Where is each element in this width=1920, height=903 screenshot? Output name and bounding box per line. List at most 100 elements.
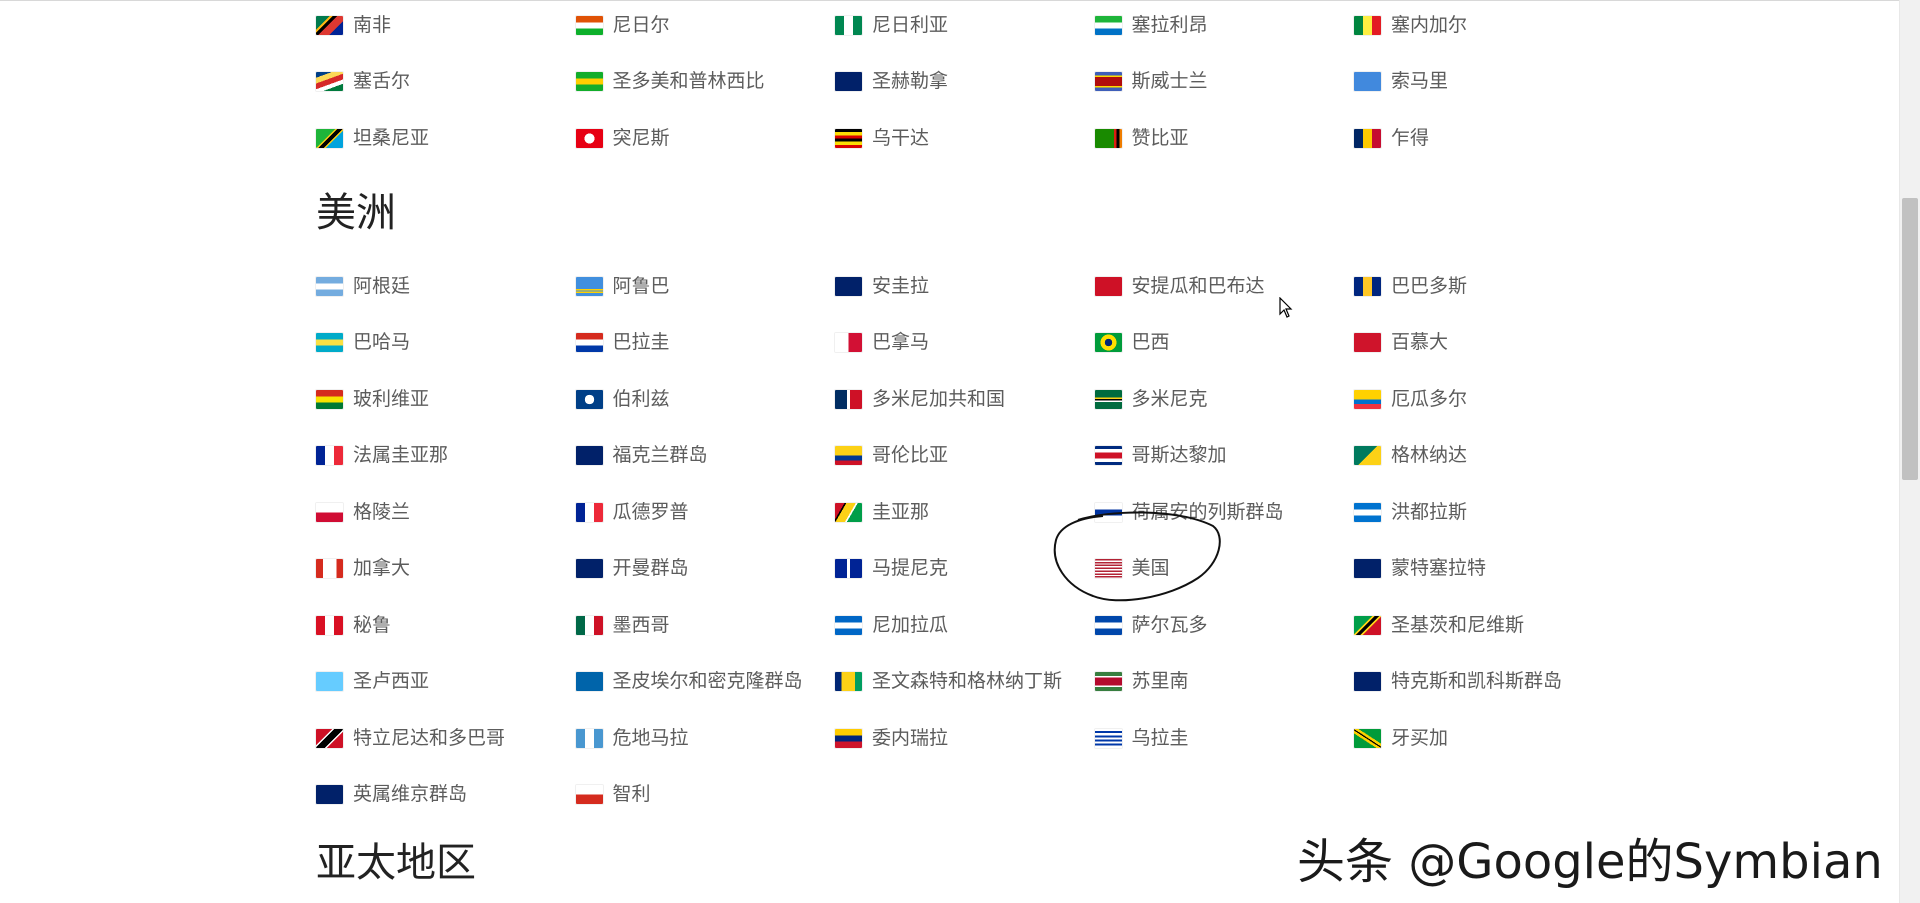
country-item[interactable]: 特克斯和凯科斯群岛 <box>1354 654 1614 711</box>
country-name: 厄瓜多尔 <box>1391 387 1468 410</box>
watermark-text: 头条 @Google的Symbian <box>1297 834 1883 890</box>
country-item[interactable]: 瓜德罗普 <box>575 484 836 541</box>
flag-icon <box>316 615 343 635</box>
flag-icon <box>1354 15 1381 35</box>
country-name: 圣卢西亚 <box>353 670 430 693</box>
country-item[interactable]: 伯利兹 <box>575 371 836 428</box>
country-name: 圣皮埃尔和密克隆群岛 <box>612 670 803 693</box>
country-item[interactable]: 蒙特塞拉特 <box>1354 541 1614 598</box>
country-item[interactable]: 塞内加尔 <box>1354 0 1614 54</box>
country-name: 巴哈马 <box>353 331 411 354</box>
country-name: 瓜德罗普 <box>612 500 689 523</box>
country-item[interactable]: 索马里 <box>1354 54 1614 111</box>
country-item[interactable]: 多米尼加共和国 <box>835 371 1095 428</box>
flag-icon <box>575 72 603 92</box>
country-name: 坦桑尼亚 <box>353 126 430 149</box>
country-name: 多米尼加共和国 <box>872 387 1006 410</box>
country-item[interactable]: 塞舌尔 <box>316 54 576 111</box>
flag-icon <box>575 333 603 353</box>
flag-icon <box>316 333 343 353</box>
country-item[interactable]: 突尼斯 <box>575 110 836 167</box>
country-item[interactable]: 百慕大 <box>1354 315 1614 372</box>
flag-icon <box>575 15 603 35</box>
country-name: 乌拉圭 <box>1131 726 1189 749</box>
country-item[interactable]: 尼日利亚 <box>835 0 1095 54</box>
country-item[interactable]: 委内瑞拉 <box>835 710 1095 767</box>
scrollbar-thumb[interactable] <box>1902 198 1918 480</box>
country-item[interactable]: 斯威士兰 <box>1094 54 1355 111</box>
country-item[interactable]: 坦桑尼亚 <box>316 110 576 167</box>
country-item[interactable]: 法属圭亚那 <box>316 428 576 485</box>
country-item[interactable]: 圣多美和普林西比 <box>575 54 836 111</box>
country-item[interactable]: 阿鲁巴 <box>575 258 836 315</box>
country-item[interactable]: 乍得 <box>1354 110 1614 167</box>
country-item[interactable]: 开曼群岛 <box>575 541 836 598</box>
country-item[interactable]: 乌干达 <box>835 110 1095 167</box>
country-item[interactable]: 巴哈马 <box>316 315 576 372</box>
country-item[interactable]: 巴拉圭 <box>575 315 836 372</box>
flag-icon <box>1094 728 1122 748</box>
flag-icon <box>835 333 862 353</box>
country-item[interactable]: 特立尼达和多巴哥 <box>316 710 576 767</box>
country-name: 圣文森特和格林纳丁斯 <box>872 670 1063 693</box>
country-item[interactable]: 塞拉利昂 <box>1094 0 1355 54</box>
country-name: 英属维京群岛 <box>353 783 468 806</box>
country-item[interactable]: 巴巴多斯 <box>1354 258 1614 315</box>
flag-icon <box>316 446 343 466</box>
country-item[interactable]: 赞比亚 <box>1094 110 1355 167</box>
country-item[interactable]: 墨西哥 <box>575 597 836 654</box>
country-item[interactable]: 圣文森特和格林纳丁斯 <box>835 654 1095 711</box>
country-name: 圣赫勒拿 <box>872 70 949 93</box>
flag-icon <box>575 785 603 805</box>
flag-icon <box>835 672 862 692</box>
country-item[interactable]: 南非 <box>316 0 576 54</box>
country-item[interactable]: 圣基茨和尼维斯 <box>1354 597 1614 654</box>
country-item[interactable]: 圣皮埃尔和密克隆群岛 <box>575 654 836 711</box>
country-name: 乌干达 <box>872 126 930 149</box>
country-item[interactable]: 福克兰群岛 <box>575 428 836 485</box>
country-item[interactable]: 格林纳达 <box>1354 428 1614 485</box>
flag-icon <box>1354 615 1381 635</box>
country-name: 多米尼克 <box>1131 387 1208 410</box>
country-item[interactable]: 安提瓜和巴布达 <box>1094 258 1355 315</box>
country-item[interactable]: 尼日尔 <box>575 0 836 54</box>
vertical-scrollbar[interactable] <box>1899 0 1920 903</box>
flag-icon <box>835 502 862 522</box>
flag-icon <box>316 728 343 748</box>
flag-icon <box>1354 333 1381 353</box>
country-name: 墨西哥 <box>612 613 670 636</box>
flag-icon <box>1354 672 1381 692</box>
country-item[interactable]: 巴西 <box>1094 315 1355 372</box>
country-item[interactable]: 阿根廷 <box>316 258 576 315</box>
flag-icon <box>1094 276 1122 296</box>
flag-icon <box>316 785 343 805</box>
country-name: 南非 <box>353 13 392 36</box>
country-name: 苏里南 <box>1131 670 1189 693</box>
country-item[interactable]: 乌拉圭 <box>1094 710 1355 767</box>
country-item[interactable]: 秘鲁 <box>316 597 576 654</box>
country-item[interactable]: 圣赫勒拿 <box>835 54 1095 111</box>
country-item[interactable]: 格陵兰 <box>316 484 576 541</box>
country-item[interactable]: 洪都拉斯 <box>1354 484 1614 541</box>
country-item[interactable]: 苏里南 <box>1094 654 1355 711</box>
country-item[interactable]: 安圭拉 <box>835 258 1095 315</box>
flag-icon <box>835 276 862 296</box>
country-item[interactable]: 危地马拉 <box>575 710 836 767</box>
country-item[interactable]: 牙买加 <box>1354 710 1614 767</box>
country-item[interactable]: 哥伦比亚 <box>835 428 1095 485</box>
country-item[interactable]: 巴拿马 <box>835 315 1095 372</box>
flag-icon <box>575 615 603 635</box>
country-name: 开曼群岛 <box>612 557 689 580</box>
flag-icon <box>835 15 862 35</box>
country-item[interactable]: 加拿大 <box>316 541 576 598</box>
country-name: 特克斯和凯科斯群岛 <box>1391 670 1563 693</box>
country-name: 乍得 <box>1391 126 1430 149</box>
flag-icon <box>1094 615 1122 635</box>
country-item[interactable]: 厄瓜多尔 <box>1354 371 1614 428</box>
country-item[interactable]: 多米尼克 <box>1094 371 1355 428</box>
country-item[interactable]: 哥斯达黎加 <box>1094 428 1355 485</box>
country-item[interactable]: 圣卢西亚 <box>316 654 576 711</box>
country-name: 塞拉利昂 <box>1131 13 1208 36</box>
flag-icon <box>1094 128 1122 148</box>
country-item[interactable]: 玻利维亚 <box>316 371 576 428</box>
